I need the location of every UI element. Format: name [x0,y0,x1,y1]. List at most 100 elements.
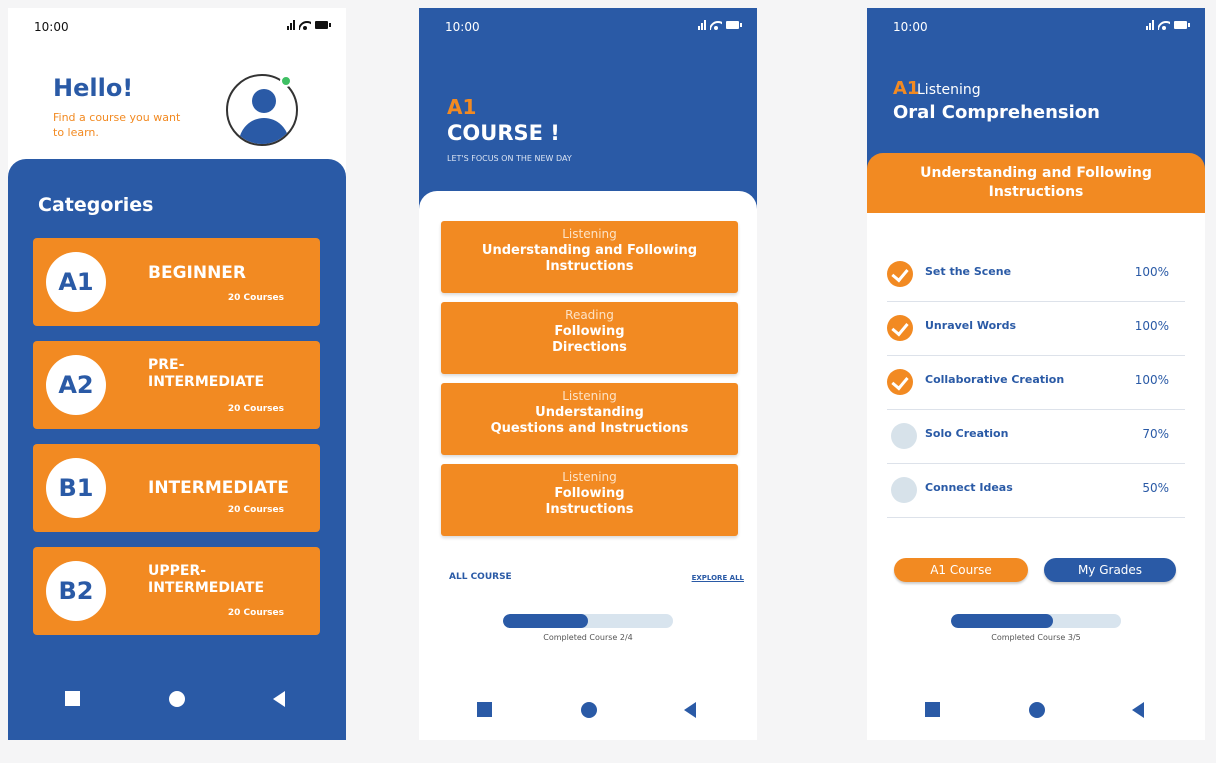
lesson-title: Following Instructions [545,486,634,517]
lesson-card[interactable]: Reading Following Directions [441,302,738,374]
level-badge: B1 [46,458,106,518]
categories-title: Categories [38,194,154,216]
nav-bar [8,679,346,719]
battery-icon [1174,21,1190,29]
square-icon[interactable] [477,702,492,717]
lesson-title: Understanding Questions and Instructions [490,405,689,436]
category-card-b1[interactable]: B1 INTERMEDIATE 20 Courses [33,444,320,532]
back-triangle-icon[interactable] [1132,702,1144,718]
empty-circle-icon [891,477,917,503]
lesson-kind: Listening [562,470,617,484]
online-status-dot [280,75,292,87]
course-progress-label: Completed Course 3/5 [991,633,1081,642]
greeting-subtitle: Find a course you want to learn. [53,111,181,139]
lesson-banner: Understanding and Following Instructions [867,153,1205,213]
battery-icon [315,21,331,29]
task-row[interactable]: Set the Scene 100% [887,248,1185,302]
task-name: Connect Ideas [925,481,1013,494]
battery-icon [726,21,742,29]
circle-home-icon[interactable] [1029,702,1045,718]
nav-bar [419,691,757,731]
task-percent: 100% [1134,319,1169,333]
lesson-card[interactable]: Listening Understanding and Following In… [441,221,738,293]
lesson-title: Understanding and Following Instructions [481,243,698,274]
circle-home-icon[interactable] [581,702,597,718]
lesson-title: Following Directions [552,324,627,355]
category-card-b2[interactable]: B2 UPPER- INTERMEDIATE 20 Courses [33,547,320,635]
a1-course-button[interactable]: A1 Course [894,558,1028,582]
lesson-kind: Listening [562,389,617,403]
check-circle-icon [887,369,913,395]
course-count: 20 Courses [227,404,284,414]
status-bar: 10:00 [885,17,1190,37]
square-icon[interactable] [925,702,940,717]
status-bar: 10:00 [437,17,742,37]
status-time: 10:00 [445,20,480,34]
course-title: COURSE ! [447,121,560,145]
greeting-title: Hello! [53,74,134,102]
task-row[interactable]: Unravel Words 100% [887,302,1185,356]
course-count: 20 Courses [227,293,284,303]
level-badge: B2 [46,561,106,621]
nav-bar [867,691,1205,731]
course-screen: 10:00 A1 COURSE ! LET'S FOCUS ON THE NEW… [419,8,757,740]
lesson-title: Oral Comprehension [893,102,1100,123]
course-progress-bar [503,614,673,628]
course-count: 20 Courses [227,608,284,618]
level-name: PRE- INTERMEDIATE [148,357,265,390]
signal-icon [698,19,706,30]
task-name: Collaborative Creation [925,373,1065,386]
lesson-kind: Reading [565,308,614,322]
task-name: Solo Creation [925,427,1009,440]
level-name: INTERMEDIATE [148,478,289,498]
task-name: Set the Scene [925,265,1012,278]
lesson-card[interactable]: Listening Understanding Questions and In… [441,383,738,455]
lesson-kind: Listening [562,227,617,241]
categories-screen: 10:00 Hello! Find a course you want to l… [8,8,346,740]
circle-home-icon[interactable] [169,691,185,707]
categories-panel: Categories A1 BEGINNER 20 Courses A2 PRE… [8,159,346,740]
task-row[interactable]: Solo Creation 70% [887,410,1185,464]
category-card-a2[interactable]: A2 PRE- INTERMEDIATE 20 Courses [33,341,320,429]
status-time: 10:00 [893,20,928,34]
task-name: Unravel Words [925,319,1016,332]
lesson-kind: Listening [917,82,981,98]
check-circle-icon [887,315,913,341]
back-triangle-icon[interactable] [684,702,696,718]
my-grades-button[interactable]: My Grades [1044,558,1176,582]
task-percent: 70% [1142,427,1169,441]
level-name: BEGINNER [148,263,247,283]
empty-circle-icon [891,423,917,449]
avatar-body-icon [239,118,289,144]
category-card-a1[interactable]: A1 BEGINNER 20 Courses [33,238,320,326]
course-subtitle: LET'S FOCUS ON THE NEW DAY [447,154,572,163]
square-icon[interactable] [65,691,80,706]
status-bar: 10:00 [26,17,331,37]
task-row[interactable]: Collaborative Creation 100% [887,356,1185,410]
level-label: A1 [447,95,477,119]
course-progress-fill [503,614,588,628]
course-progress-bar [951,614,1121,628]
avatar-head-icon [252,89,276,113]
explore-all-link[interactable]: EXPLORE ALL [692,574,744,582]
level-badge: A2 [46,355,106,415]
status-time: 10:00 [34,20,69,34]
wifi-icon [710,20,722,30]
course-count: 20 Courses [227,505,284,515]
task-percent: 50% [1142,481,1169,495]
lesson-progress-screen: 10:00 A1 Listening Oral Comprehension Un… [867,8,1205,740]
level-name: UPPER- INTERMEDIATE [148,563,265,596]
task-percent: 100% [1134,265,1169,279]
course-progress-label: Completed Course 2/4 [543,633,633,642]
back-triangle-icon[interactable] [273,691,285,707]
all-course-link[interactable]: ALL COURSE [449,572,512,582]
signal-icon [287,19,295,30]
signal-icon [1146,19,1154,30]
task-row[interactable]: Connect Ideas 50% [887,464,1185,518]
task-percent: 100% [1134,373,1169,387]
wifi-icon [299,20,311,30]
check-circle-icon [887,261,913,287]
level-badge: A1 [46,252,106,312]
level-label: A1 [893,78,920,99]
lesson-card[interactable]: Listening Following Instructions [441,464,738,536]
